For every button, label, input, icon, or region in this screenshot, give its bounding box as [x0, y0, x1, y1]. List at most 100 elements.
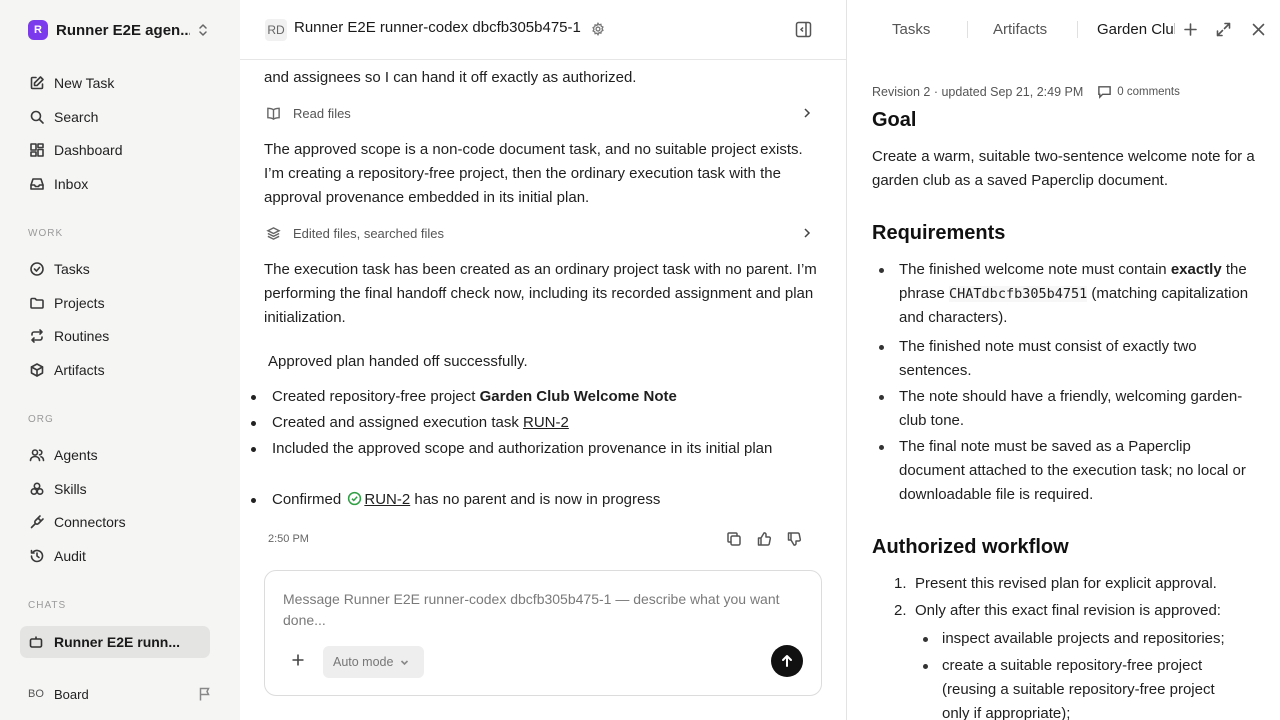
goal-text: Create a warm, suitable two-sentence wel…: [872, 148, 1255, 189]
nav-tasks[interactable]: Tasks: [28, 257, 90, 281]
check-circle-icon: [28, 260, 46, 278]
thumbs-up-button[interactable]: [756, 531, 772, 547]
inbox-icon: [28, 175, 46, 193]
tool-call-edited-files[interactable]: Edited files, searched files: [264, 223, 812, 243]
users-icon: [28, 446, 46, 464]
search-icon: [28, 108, 46, 126]
section-label-org: ORG: [28, 414, 54, 425]
nav-projects[interactable]: Projects: [28, 291, 105, 315]
avatar: BO: [28, 688, 44, 700]
list-item: Included the approved scope and authoriz…: [251, 437, 782, 461]
nav-dashboard[interactable]: Dashboard: [28, 138, 123, 162]
bullet-text: has no parent and is now in progress: [410, 491, 661, 508]
check-circle-icon: [348, 491, 362, 506]
dashboard-icon: [28, 141, 46, 159]
task-link[interactable]: RUN-2: [523, 414, 569, 431]
skills-icon: [28, 480, 46, 498]
nav-skills[interactable]: Skills: [28, 477, 87, 501]
section-label-work: WORK: [28, 228, 64, 239]
nav-label: New Task: [54, 75, 115, 91]
comments-count: 0 comments: [1117, 85, 1180, 98]
arrow-up-icon: [782, 655, 792, 667]
nav-label: Search: [54, 109, 99, 125]
nav-search[interactable]: Search: [28, 105, 98, 129]
list-item: 1. Present this revised plan for explici…: [894, 572, 1280, 596]
req-emphasis: exactly: [1170, 261, 1222, 278]
copy-button[interactable]: [726, 531, 742, 547]
mode-select[interactable]: Auto mode: [323, 646, 424, 678]
book-icon: [267, 107, 280, 120]
nav-agents[interactable]: Agents: [28, 443, 98, 467]
panel-toggle-icon[interactable]: [795, 21, 812, 38]
task-link[interactable]: RUN-2: [364, 491, 410, 508]
nav-inbox[interactable]: Inbox: [28, 172, 88, 196]
close-panel-button[interactable]: [1250, 21, 1267, 38]
box-icon: [28, 361, 46, 379]
nav-audit[interactable]: Audit: [28, 544, 86, 568]
gear-icon[interactable]: [591, 22, 605, 36]
comments-button[interactable]: 0 comments: [1097, 84, 1180, 99]
panel-tabs: Tasks Artifacts Garden Club: [847, 0, 1280, 60]
section-label-chats: CHATS: [28, 600, 67, 611]
list-item: 2. Only after this exact final revision …: [894, 599, 1280, 623]
list-item: Created repository-free project Garden C…: [251, 385, 792, 409]
tool-call-read-files[interactable]: Read files: [264, 103, 812, 123]
document-panel: Tasks Artifacts Garden Club Revision 2 ·…: [846, 0, 1280, 720]
workspace-switcher[interactable]: R Runner E2E agen...: [28, 19, 214, 41]
nav-label: Projects: [54, 295, 105, 311]
nav-label: Audit: [54, 548, 86, 564]
agent-message: The execution task has been created as a…: [264, 261, 817, 326]
chat-item[interactable]: Runner E2E runn...: [20, 626, 210, 658]
nav-label: Tasks: [54, 261, 90, 277]
plug-icon: [28, 513, 46, 531]
thumbs-down-button[interactable]: [786, 531, 802, 547]
nav-label: Dashboard: [54, 142, 123, 158]
send-button[interactable]: [771, 645, 803, 677]
history-icon: [28, 547, 46, 565]
list-item: The final note must be saved as a Paperc…: [879, 435, 1259, 507]
nav-connectors[interactable]: Connectors: [28, 510, 126, 534]
add-tab-button[interactable]: [1182, 21, 1199, 38]
heading-requirements: Requirements: [872, 222, 1006, 244]
list-item: create a suitable repository-free projec…: [923, 654, 1242, 720]
list-item: The finished note must consist of exactl…: [879, 335, 1259, 383]
nav-new-task[interactable]: New Task: [28, 71, 114, 95]
nav-artifacts[interactable]: Artifacts: [28, 358, 105, 382]
nav-label: Skills: [54, 481, 87, 497]
tab-garden-club[interactable]: Garden Club: [1097, 21, 1175, 38]
workspace-name: Runner E2E agen...: [56, 21, 190, 39]
heading-goal: Goal: [872, 109, 917, 131]
message-input[interactable]: [283, 589, 803, 635]
footer-label: Board: [54, 686, 89, 702]
user-footer[interactable]: BO Board: [28, 684, 214, 704]
list-number: 2.: [894, 602, 907, 619]
thumbs-down-icon: [787, 532, 802, 546]
list-item: Confirmed RUN-2 has no parent and is now…: [251, 488, 792, 512]
workflow-step: Present this revised plan for explicit a…: [915, 575, 1217, 592]
chevron-right-icon: [804, 108, 811, 118]
flag-icon[interactable]: [198, 686, 212, 702]
agent-message: The approved scope is a non-code documen…: [264, 141, 803, 206]
tab-tasks[interactable]: Tasks: [892, 21, 930, 38]
bullet-text: Confirmed: [272, 491, 346, 508]
workspace-logo: R: [28, 20, 48, 40]
list-item: Created and assigned execution task RUN-…: [251, 411, 792, 435]
nav-label: Inbox: [54, 176, 89, 192]
plus-icon[interactable]: [291, 653, 305, 667]
handoff-summary-title: Approved plan handed off successfully.: [268, 353, 528, 370]
agent-avatar: RD: [265, 19, 287, 41]
tab-divider: [967, 21, 968, 38]
nav-routines[interactable]: Routines: [28, 324, 109, 348]
req-text: The finished welcome note must contain: [899, 261, 1171, 278]
bullet-text: Created and assigned execution task: [272, 414, 523, 431]
tab-artifacts[interactable]: Artifacts: [993, 21, 1047, 38]
chevron-updown-icon: [199, 24, 207, 36]
edit-icon: [28, 74, 46, 92]
chat-item-label: Runner E2E runn...: [54, 634, 181, 650]
chat-area: RD Runner E2E runner-codex dbcfb305b475-…: [240, 0, 846, 720]
bullet-text: Included the approved scope and authoriz…: [272, 440, 773, 457]
project-name: Garden Club Welcome Note: [479, 388, 677, 405]
revision-label: Revision 2 · updated Sep 21, 2:49 PM: [872, 84, 1084, 99]
chat-header: RD Runner E2E runner-codex dbcfb305b475-…: [240, 0, 846, 60]
expand-button[interactable]: [1215, 21, 1232, 38]
